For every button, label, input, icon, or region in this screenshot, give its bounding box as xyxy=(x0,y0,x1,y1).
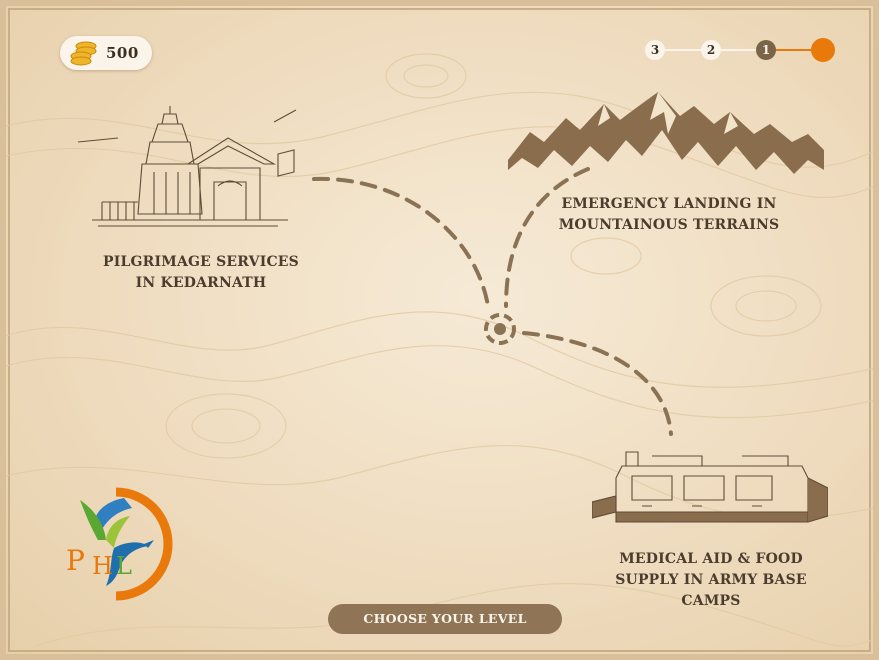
progress-step-1: 1 xyxy=(756,40,776,60)
progress-line xyxy=(656,49,822,51)
choose-level-button[interactable]: CHOOSE YOUR LEVEL xyxy=(328,604,562,634)
coin-count: 500 xyxy=(106,44,139,62)
coin-stack-icon xyxy=(70,41,97,66)
level-label-emergency-line2: MOUNTAINOUS TERRAINS xyxy=(558,217,780,233)
map-screen: 500 3 2 1 PILGRIMAGE SERVICES IN KEDARNA… xyxy=(0,0,879,660)
level-label-emergency[interactable]: EMERGENCY LANDING IN MOUNTAINOUS TERRAIN… xyxy=(554,194,784,236)
level-label-emergency-line1: EMERGENCY LANDING IN xyxy=(561,196,777,212)
current-location-marker[interactable] xyxy=(483,312,517,346)
coin-balance: 500 xyxy=(60,36,152,70)
svg-text:H: H xyxy=(92,552,113,580)
svg-text:L: L xyxy=(116,552,132,580)
level-label-medical-line1: MEDICAL AID & FOOD xyxy=(619,551,803,567)
progress-step-2: 2 xyxy=(701,40,721,60)
army-camp-icon[interactable] xyxy=(592,446,828,530)
progress-step-3: 3 xyxy=(645,40,665,60)
level-progress: 3 2 1 xyxy=(642,37,836,63)
svg-text:P: P xyxy=(66,544,85,577)
progress-step-current xyxy=(811,38,835,62)
mountains-icon[interactable] xyxy=(508,90,824,182)
level-label-medical-line2: SUPPLY IN ARMY BASE CAMPS xyxy=(615,572,807,609)
level-label-pilgrimage[interactable]: PILGRIMAGE SERVICES IN KEDARNATH xyxy=(102,252,300,294)
level-label-medical[interactable]: MEDICAL AID & FOOD SUPPLY IN ARMY BASE C… xyxy=(586,549,836,612)
temple-icon[interactable] xyxy=(78,102,298,232)
level-label-pilgrimage-line2: IN KEDARNATH xyxy=(135,275,267,291)
level-label-pilgrimage-line1: PILGRIMAGE SERVICES xyxy=(103,254,299,270)
phl-bird-logo: P H L xyxy=(66,487,173,601)
